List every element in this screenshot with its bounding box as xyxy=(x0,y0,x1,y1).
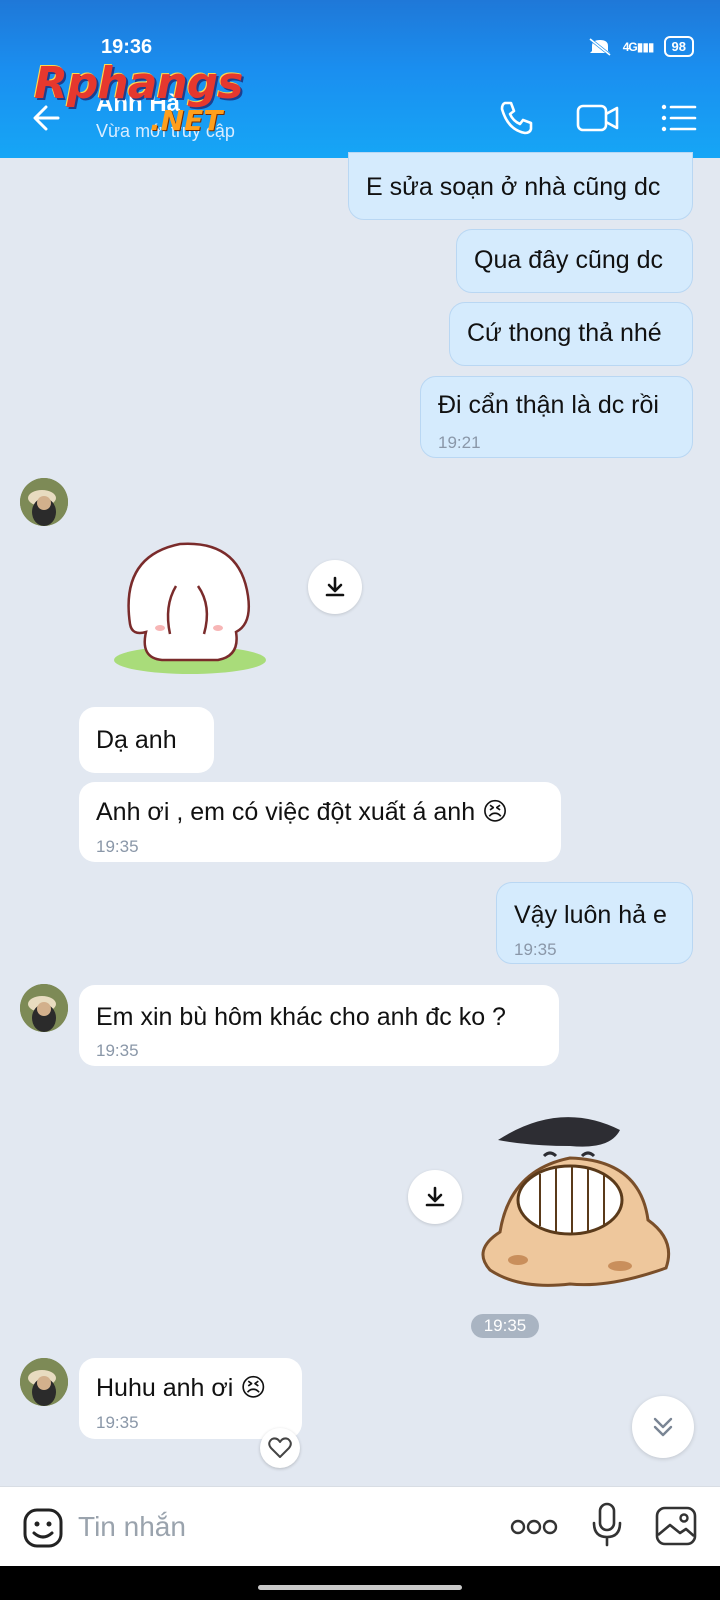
mute-icon xyxy=(588,37,611,56)
message-time: 19:35 xyxy=(96,837,139,856)
message-outgoing[interactable]: Cứ thong thả nhé xyxy=(449,302,693,366)
message-outgoing[interactable]: Vậy luôn hả e 19:35 xyxy=(496,882,693,964)
more-options-button[interactable] xyxy=(510,1517,558,1537)
sticker-bunny[interactable] xyxy=(110,536,270,676)
message-time: 19:35 xyxy=(96,1413,139,1432)
message-text: Đi cẩn thận là dc rồi xyxy=(438,391,659,419)
download-button[interactable] xyxy=(408,1170,462,1224)
video-call-button[interactable] xyxy=(574,96,622,140)
message-composer: Tin nhắn xyxy=(0,1486,720,1566)
call-button[interactable] xyxy=(494,96,538,140)
chat-header: 19:36 4G▮▮▮ 98 Anh Hà Vừa mới truy cập R… xyxy=(0,0,720,158)
timestamp-chip: 19:35 xyxy=(471,1314,539,1338)
avatar-image xyxy=(20,984,68,1032)
status-icons: 4G▮▮▮ 98 xyxy=(587,36,694,57)
status-time: 19:36 xyxy=(101,36,153,58)
message-text: Huhu anh ơi 😣 xyxy=(96,1374,267,1402)
message-time: 19:35 xyxy=(514,940,557,959)
sticker-button[interactable] xyxy=(22,1507,64,1549)
watermark-logo: Rphangs xyxy=(34,58,243,109)
message-text: Dạ anh xyxy=(96,726,177,754)
network-indicator: 4G▮▮▮ xyxy=(622,39,655,54)
message-incoming[interactable]: Huhu anh ơi 😣 19:35 xyxy=(79,1358,302,1439)
battery-indicator: 98 xyxy=(663,36,694,57)
home-gesture-handle[interactable] xyxy=(258,1585,462,1590)
microphone-button[interactable] xyxy=(590,1501,624,1549)
message-text: Qua đây cũng dc xyxy=(474,246,664,274)
gallery-button[interactable] xyxy=(654,1505,698,1547)
message-text: Vậy luôn hả e xyxy=(514,901,667,929)
message-text: Cứ thong thả nhé xyxy=(467,319,662,347)
heart-icon xyxy=(268,1437,292,1458)
menu-button[interactable] xyxy=(656,96,700,140)
download-icon xyxy=(425,1186,445,1207)
chevrons-down-icon xyxy=(653,1417,673,1437)
message-outgoing[interactable]: E sửa soạn ở nhà cũng dc xyxy=(348,152,693,220)
message-incoming[interactable]: Dạ anh xyxy=(79,707,214,773)
scroll-to-bottom-button[interactable] xyxy=(632,1396,694,1458)
message-text: E sửa soạn ở nhà cũng dc xyxy=(366,173,661,201)
message-text: Anh ơi , em có việc đột xuất á anh 😣 xyxy=(96,798,509,826)
message-input[interactable]: Tin nhắn xyxy=(78,1511,186,1543)
react-heart-button[interactable] xyxy=(260,1428,300,1468)
message-time: 19:35 xyxy=(96,1041,139,1060)
avatar-image xyxy=(20,1358,68,1406)
message-outgoing[interactable]: Qua đây cũng dc xyxy=(456,229,693,293)
download-icon xyxy=(325,576,345,597)
sticker-laughing-blob[interactable] xyxy=(470,1100,680,1290)
watermark-logo-suffix: .NET xyxy=(150,104,223,137)
contact-avatar[interactable] xyxy=(20,1358,68,1406)
avatar-image xyxy=(20,478,68,526)
message-outgoing[interactable]: Đi cẩn thận là dc rồi 19:21 xyxy=(420,376,693,458)
contact-avatar[interactable] xyxy=(20,478,68,526)
message-time: 19:21 xyxy=(438,433,481,452)
contact-avatar[interactable] xyxy=(20,984,68,1032)
message-text: Em xin bù hôm khác cho anh đc ko ? xyxy=(96,1003,506,1031)
system-navigation-bar xyxy=(0,1566,720,1600)
message-incoming[interactable]: Em xin bù hôm khác cho anh đc ko ? 19:35 xyxy=(79,985,559,1066)
download-button[interactable] xyxy=(308,560,362,614)
message-incoming[interactable]: Anh ơi , em có việc đột xuất á anh 😣 19:… xyxy=(79,782,561,862)
